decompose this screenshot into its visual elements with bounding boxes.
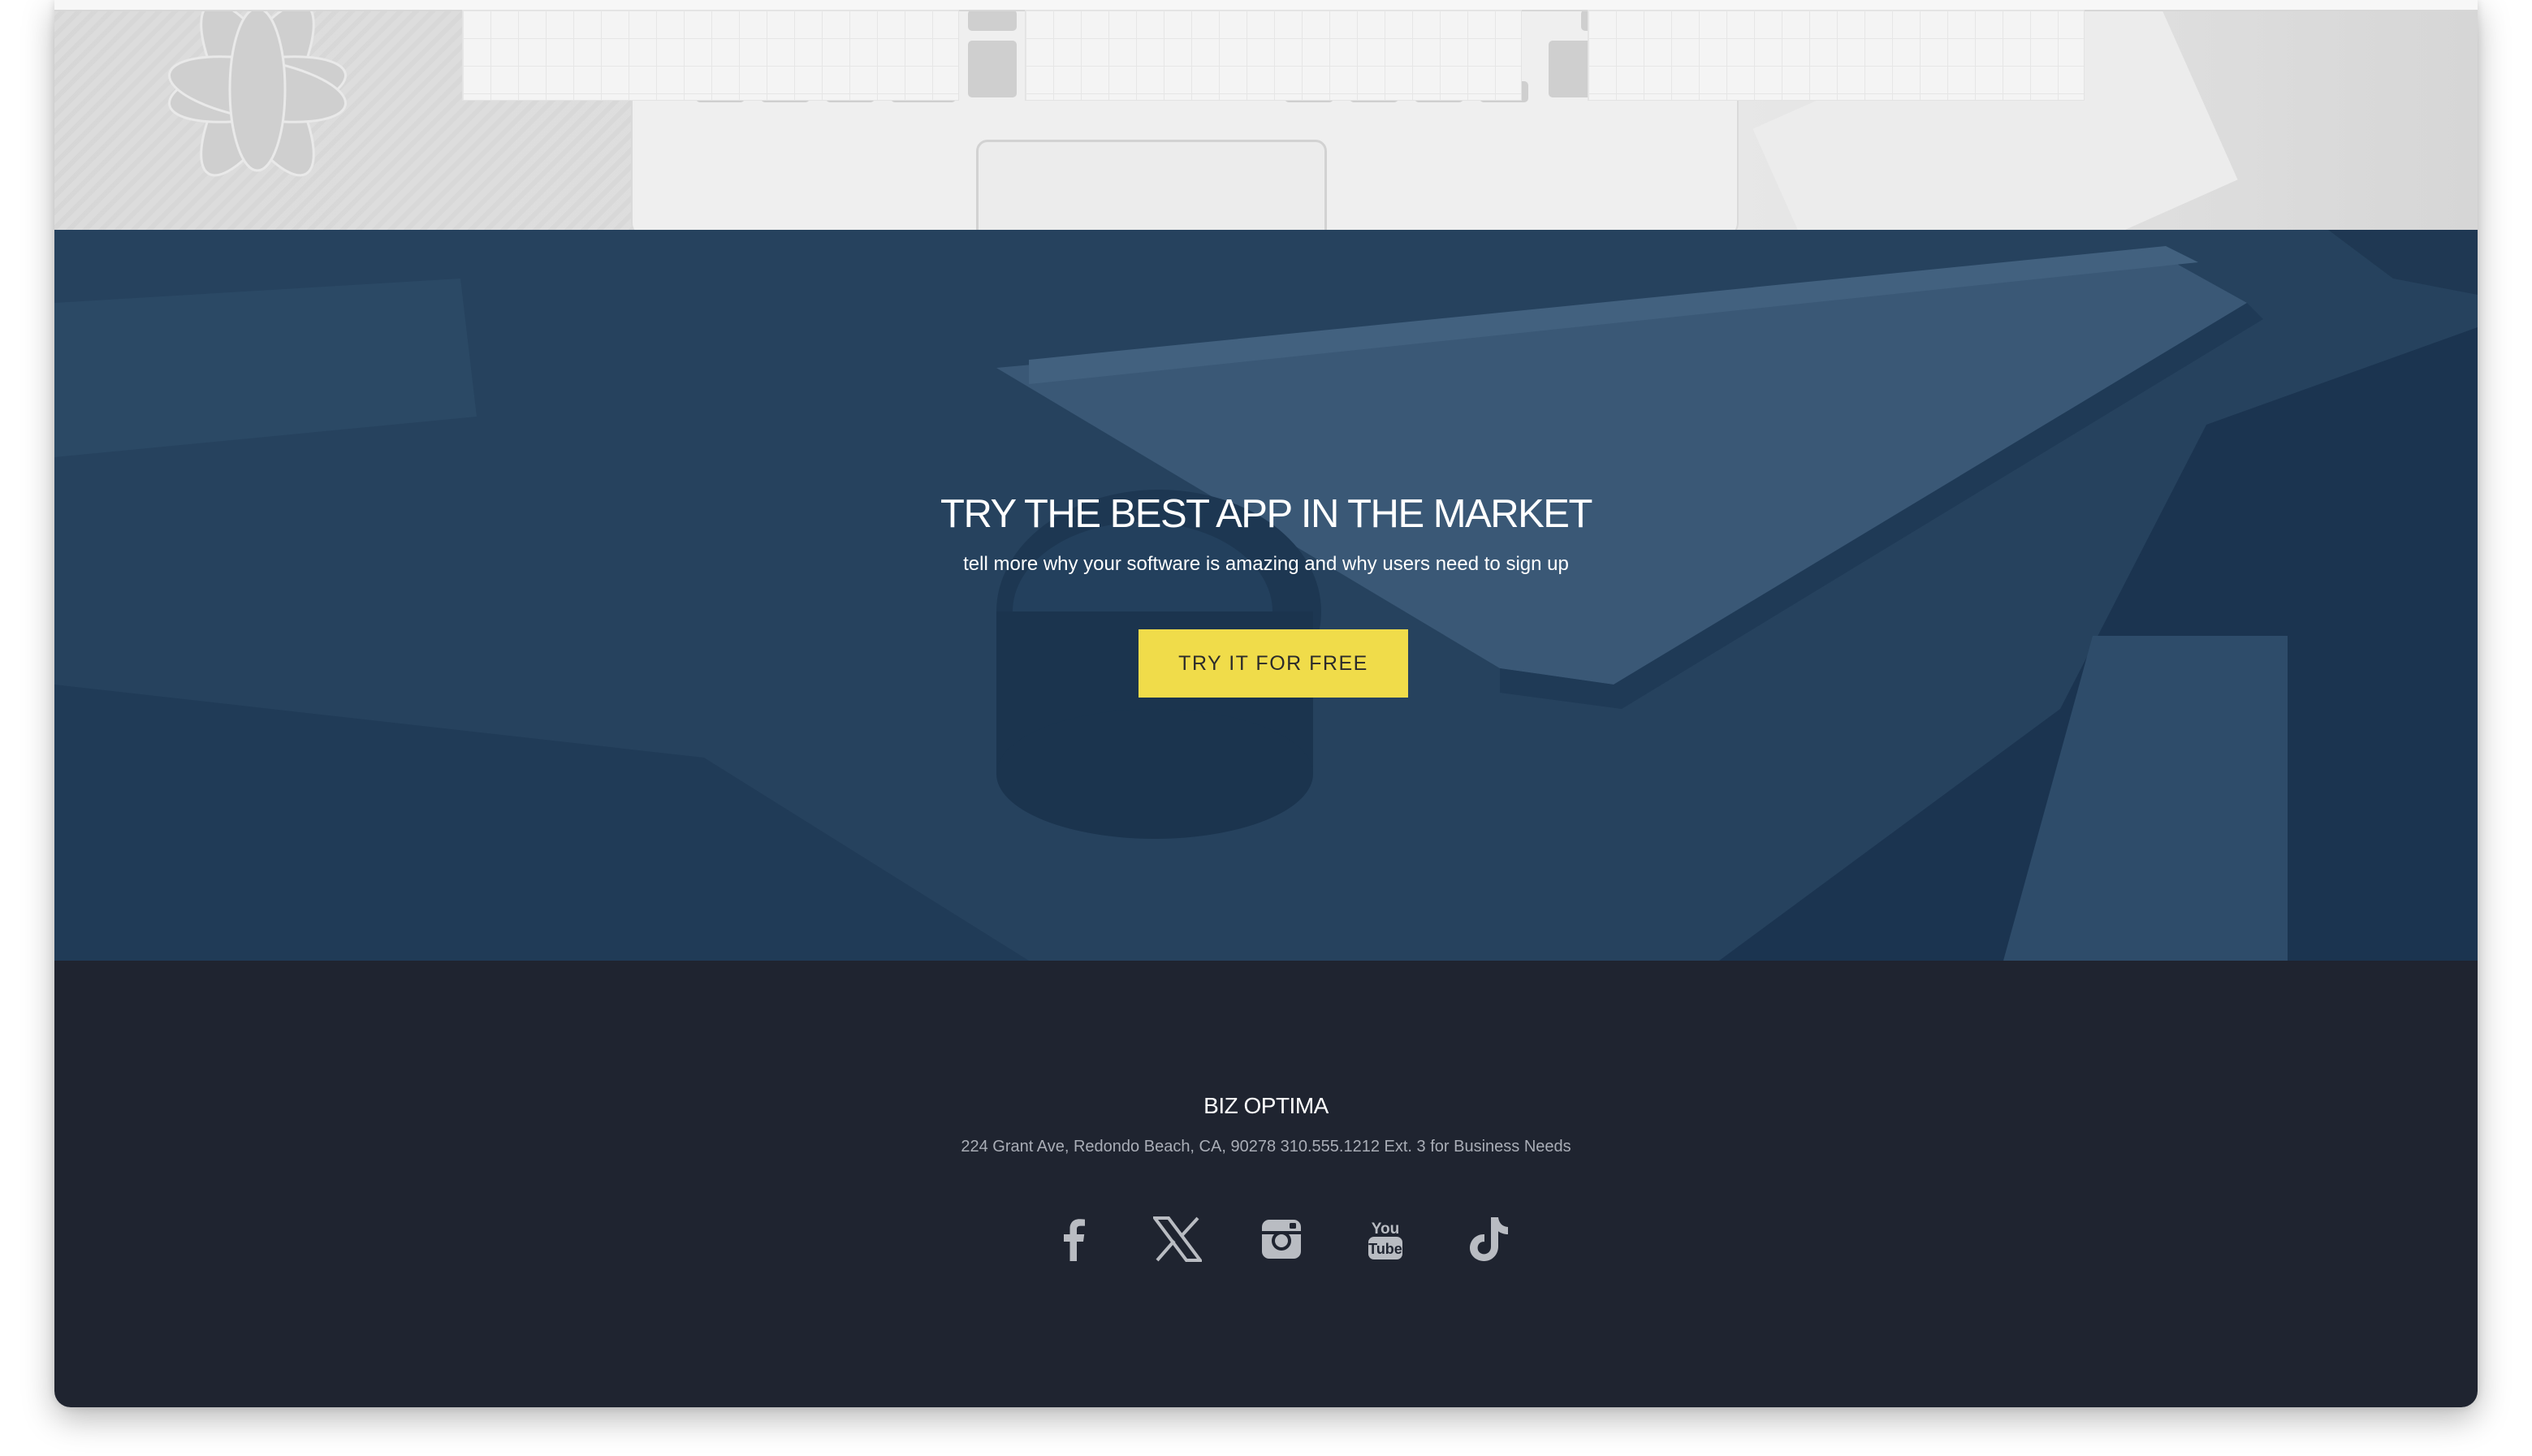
laptop-trackpad — [976, 140, 1327, 230]
tiktok-icon[interactable] — [1461, 1211, 1518, 1268]
facebook-icon[interactable] — [1045, 1211, 1102, 1268]
laptop-key — [968, 41, 1017, 97]
cta-background-image — [54, 230, 2478, 961]
footer: BIZ OPTIMA 224 Grant Ave, Redondo Beach,… — [54, 961, 2478, 1407]
feature-card — [1025, 10, 1522, 101]
plant-image — [167, 2, 348, 177]
cta-section: TRY THE BEST APP IN THE MARKET tell more… — [54, 230, 2478, 961]
youtube-icon[interactable]: You Tube — [1357, 1211, 1414, 1268]
hero-image — [54, 0, 2478, 230]
svg-text:You: You — [1372, 1221, 1399, 1238]
try-it-free-button[interactable]: TRY IT FOR FREE — [1139, 629, 1408, 698]
footer-brand: BIZ OPTIMA — [1203, 1093, 1329, 1118]
instagram-icon[interactable] — [1253, 1211, 1310, 1268]
feature-card — [462, 10, 959, 101]
browser-page: TRY THE BEST APP IN THE MARKET tell more… — [54, 0, 2478, 1407]
cta-title: TRY THE BEST APP IN THE MARKET — [940, 492, 1592, 536]
laptop-key — [968, 10, 1017, 31]
svg-text:Tube: Tube — [1368, 1241, 1402, 1257]
x-icon[interactable] — [1149, 1211, 1206, 1268]
feature-card — [1588, 10, 2085, 101]
footer-address: 224 Grant Ave, Redondo Beach, CA, 90278 … — [961, 1138, 1571, 1156]
social-links: You Tube — [1045, 1211, 1581, 1276]
cta-subtitle: tell more why your software is amazing a… — [963, 553, 1569, 575]
